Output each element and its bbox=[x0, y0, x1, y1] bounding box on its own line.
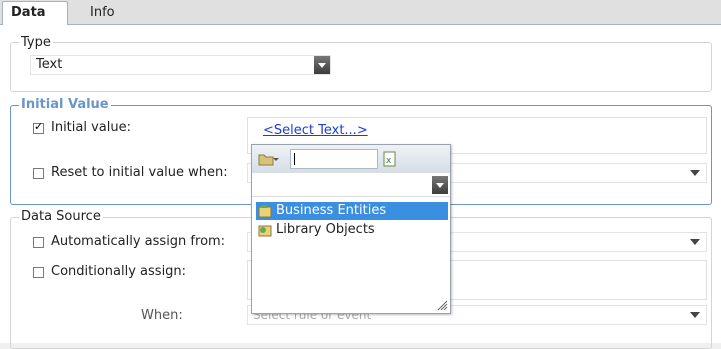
tab-data-flow[interactable]: Data Flow bbox=[2, 1, 68, 42]
type-group-label: Type bbox=[19, 35, 53, 50]
initial-value-group-label: Initial Value bbox=[19, 97, 111, 112]
popup-chevron-down-icon[interactable] bbox=[432, 176, 448, 194]
cond-assign-checkbox[interactable] bbox=[33, 267, 44, 278]
auto-assign-label: Automatically assign from: bbox=[51, 234, 226, 249]
tab-bar: Data Flow Info bbox=[0, 0, 721, 42]
type-select-value: Text bbox=[36, 57, 63, 72]
when-label: When: bbox=[141, 308, 183, 323]
tree-item-business-entities[interactable]: Business Entities bbox=[256, 202, 448, 220]
text-caret bbox=[294, 153, 295, 165]
chevron-down-icon[interactable] bbox=[314, 56, 330, 74]
auto-assign-arrow-icon[interactable] bbox=[690, 239, 700, 245]
reset-arrow-icon[interactable] bbox=[690, 170, 700, 176]
library-objects-icon bbox=[258, 225, 272, 237]
tree-item-library-objects[interactable]: Library Objects bbox=[256, 221, 375, 239]
tab-info[interactable]: Info bbox=[90, 2, 115, 24]
resize-grip-icon[interactable] bbox=[436, 299, 448, 311]
popup-toolbar: x bbox=[252, 145, 450, 174]
folder-open-icon[interactable] bbox=[258, 152, 280, 166]
business-entities-icon bbox=[258, 205, 272, 218]
tree-item-label: Library Objects bbox=[276, 222, 375, 237]
select-text-link[interactable]: <Select Text...> bbox=[263, 123, 368, 138]
cond-assign-label: Conditionally assign: bbox=[51, 264, 187, 279]
type-select[interactable]: Text bbox=[30, 55, 331, 75]
when-arrow-icon[interactable] bbox=[690, 312, 700, 318]
auto-assign-checkbox[interactable] bbox=[33, 237, 44, 248]
svg-text:x: x bbox=[386, 156, 392, 166]
reset-checkbox[interactable] bbox=[33, 168, 44, 179]
tree-item-label: Business Entities bbox=[276, 203, 387, 218]
reset-label: Reset to initial value when: bbox=[51, 165, 228, 180]
excel-icon[interactable]: x bbox=[383, 151, 397, 167]
popup-filter-select[interactable] bbox=[252, 173, 450, 197]
select-text-popup: x Business Entities Library Objects bbox=[251, 144, 451, 314]
initial-value-checkbox[interactable] bbox=[33, 120, 44, 134]
popup-search-input[interactable] bbox=[290, 149, 378, 169]
initial-value-label: Initial value: bbox=[51, 120, 131, 135]
data-source-group-label: Data Source bbox=[19, 209, 103, 224]
